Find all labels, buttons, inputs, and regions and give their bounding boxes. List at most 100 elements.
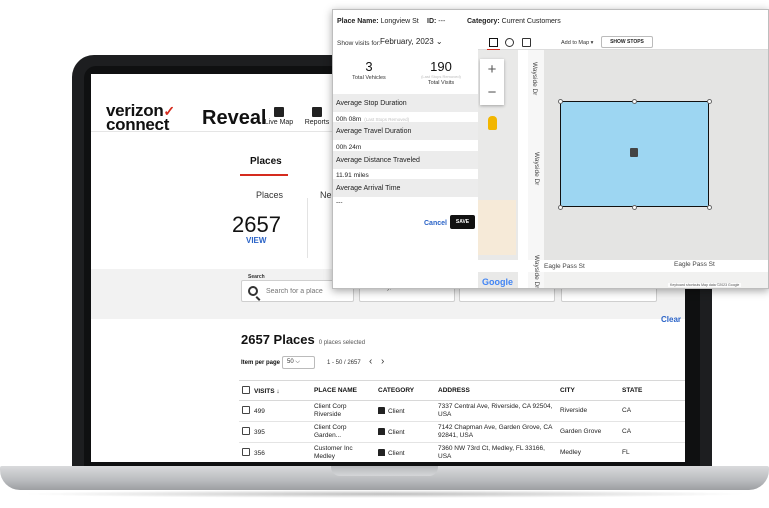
state-cell: FL bbox=[619, 442, 685, 462]
state-cell: CA bbox=[619, 421, 685, 443]
vehicles-value: 3 bbox=[365, 59, 373, 74]
category-cell: Client bbox=[375, 421, 435, 443]
items-per-page-select[interactable]: 50 ⌵ bbox=[282, 356, 315, 369]
col-visits[interactable]: VISITS ↓ bbox=[239, 380, 311, 401]
row-checkbox[interactable] bbox=[242, 406, 250, 414]
nav-reports-label: Reports bbox=[304, 119, 330, 126]
col-category[interactable]: CATEGORY bbox=[375, 380, 435, 401]
vehicles-stat: 3 Total Vehicles bbox=[333, 55, 405, 95]
client-icon bbox=[378, 448, 385, 456]
stat-partial-label: Ne bbox=[320, 190, 332, 200]
range-text: 1 - 50 / 2657 bbox=[327, 360, 361, 366]
state-cell: CA bbox=[619, 400, 685, 422]
category-value: Client bbox=[388, 407, 405, 415]
tab-places[interactable]: Places bbox=[250, 156, 282, 167]
metric-distance-value: 11.91 miles bbox=[336, 172, 369, 179]
row-checkbox[interactable] bbox=[242, 448, 250, 456]
client-icon bbox=[378, 427, 385, 435]
stage: verizon✓ connect Reveal Live Map Reports… bbox=[0, 0, 769, 508]
table-row[interactable]: 499 Client Corp Riverside Client 7337 Ce… bbox=[239, 400, 685, 422]
address-cell: 7360 NW 73rd Ct, Medley, FL 33166, USA bbox=[435, 442, 557, 462]
draw-rectangle-icon[interactable] bbox=[489, 38, 498, 47]
draw-polygon-icon[interactable] bbox=[522, 38, 531, 47]
category-cell: Client bbox=[375, 400, 435, 422]
map-road bbox=[518, 50, 528, 288]
show-stops-button[interactable]: SHOW STOPS bbox=[601, 36, 653, 48]
chevron-down-icon: ⌄ bbox=[435, 37, 443, 46]
resize-handle[interactable] bbox=[558, 205, 563, 210]
col-state[interactable]: STATE bbox=[619, 380, 685, 401]
street-label: Eagle Pass St bbox=[544, 263, 585, 270]
month-select[interactable]: February, 2023 ⌄ bbox=[380, 35, 449, 49]
metric-distance-label: Average Distance Traveled bbox=[333, 151, 478, 169]
zoom-out-button[interactable]: − bbox=[480, 82, 504, 105]
client-icon bbox=[378, 406, 385, 414]
col-city[interactable]: CITY bbox=[557, 380, 619, 401]
save-button[interactable]: SAVE bbox=[450, 215, 475, 229]
live-map-icon bbox=[274, 107, 284, 117]
row-checkbox[interactable] bbox=[242, 427, 250, 435]
view-link[interactable]: VIEW bbox=[246, 236, 266, 245]
visits-value: 356 bbox=[254, 450, 265, 457]
map-attribution[interactable]: Keyboard shortcuts Map data ©2023 Google bbox=[668, 283, 742, 287]
street-label: Wayside Dr bbox=[531, 62, 538, 96]
chevron-left-icon[interactable]: ‹ bbox=[369, 356, 372, 367]
resize-handle[interactable] bbox=[558, 99, 563, 104]
place-name-cell[interactable]: Client Corp Garden... bbox=[311, 421, 375, 443]
laptop-notch bbox=[331, 466, 438, 476]
add-to-map-dropdown[interactable]: Add to Map ▾ bbox=[561, 40, 593, 46]
draw-circle-icon[interactable] bbox=[505, 38, 514, 47]
clear-link[interactable]: Clear bbox=[661, 315, 681, 324]
pegman-icon[interactable] bbox=[488, 116, 497, 130]
visits-value: 395 bbox=[254, 429, 265, 436]
city-cell: Riverside bbox=[557, 400, 619, 422]
place-name-field: Place Name: Longview St bbox=[337, 18, 419, 25]
resize-handle[interactable] bbox=[632, 205, 637, 210]
col-place-name[interactable]: PLACE NAME bbox=[311, 380, 375, 401]
stat-divider bbox=[307, 198, 308, 258]
category-value: Client bbox=[388, 449, 405, 457]
map-view[interactable]: + − Wayside Dr Wayside Dr Wayside Dr Eag… bbox=[478, 50, 768, 288]
select-all-checkbox[interactable] bbox=[242, 386, 250, 394]
nav-reports[interactable]: Reports bbox=[297, 107, 337, 126]
col-address[interactable]: ADDRESS bbox=[435, 380, 557, 401]
product-name: Reveal bbox=[202, 107, 267, 129]
list-title: 2657 Places 0 places selected bbox=[241, 332, 365, 347]
category-value: Client bbox=[388, 428, 405, 436]
zoom-control: + − bbox=[480, 59, 504, 105]
vehicles-label: Total Vehicles bbox=[352, 75, 386, 81]
table-header-row: VISITS ↓ PLACE NAME CATEGORY ADDRESS CIT… bbox=[239, 380, 685, 401]
place-name-cell[interactable]: Customer Inc Medley bbox=[311, 442, 375, 462]
zoom-in-button[interactable]: + bbox=[480, 59, 504, 82]
visits-value: 190 bbox=[430, 59, 452, 74]
city-cell: Garden Grove bbox=[557, 421, 619, 443]
verizon-connect-logo[interactable]: verizon✓ connect bbox=[106, 102, 175, 133]
id-field: ID: --- bbox=[427, 18, 445, 25]
resize-handle[interactable] bbox=[707, 205, 712, 210]
reports-icon bbox=[312, 107, 322, 117]
visits-cell: 499 bbox=[239, 400, 311, 422]
street-label: Wayside Dr bbox=[533, 152, 540, 186]
stat-places-label: Places bbox=[256, 190, 284, 200]
place-details-popup: Place Name: Longview St ID: --- Category… bbox=[332, 9, 769, 289]
map-block bbox=[478, 200, 516, 255]
place-name-cell[interactable]: Client Corp Riverside bbox=[311, 400, 375, 422]
visits-for-label: Show visits for: bbox=[337, 40, 381, 47]
popup-header: Place Name: Longview St ID: --- Category… bbox=[333, 10, 768, 35]
metric-arrival-value: --- bbox=[336, 199, 343, 206]
resize-handle[interactable] bbox=[632, 99, 637, 104]
resize-handle[interactable] bbox=[707, 99, 712, 104]
address-cell: 7142 Chapman Ave, Garden Grove, CA 92841… bbox=[435, 421, 557, 443]
places-count-title: 2657 Places bbox=[241, 332, 315, 347]
category-cell: Client bbox=[375, 442, 435, 462]
visits-ghost-note: (Last Stops Removed) bbox=[421, 74, 461, 79]
chevron-right-icon[interactable]: › bbox=[381, 356, 384, 367]
table-row[interactable]: 356 Customer Inc Medley Client 7360 NW 7… bbox=[239, 442, 685, 462]
cancel-button[interactable]: Cancel bbox=[424, 220, 447, 227]
visits-label: Total Visits bbox=[427, 80, 455, 86]
nav-live-map[interactable]: Live Map bbox=[259, 107, 299, 126]
visits-cell: 356 bbox=[239, 442, 311, 462]
table-row[interactable]: 395 Client Corp Garden... Client 7142 Ch… bbox=[239, 421, 685, 443]
place-pin-icon[interactable] bbox=[630, 148, 638, 157]
google-logo: Google bbox=[482, 277, 513, 287]
